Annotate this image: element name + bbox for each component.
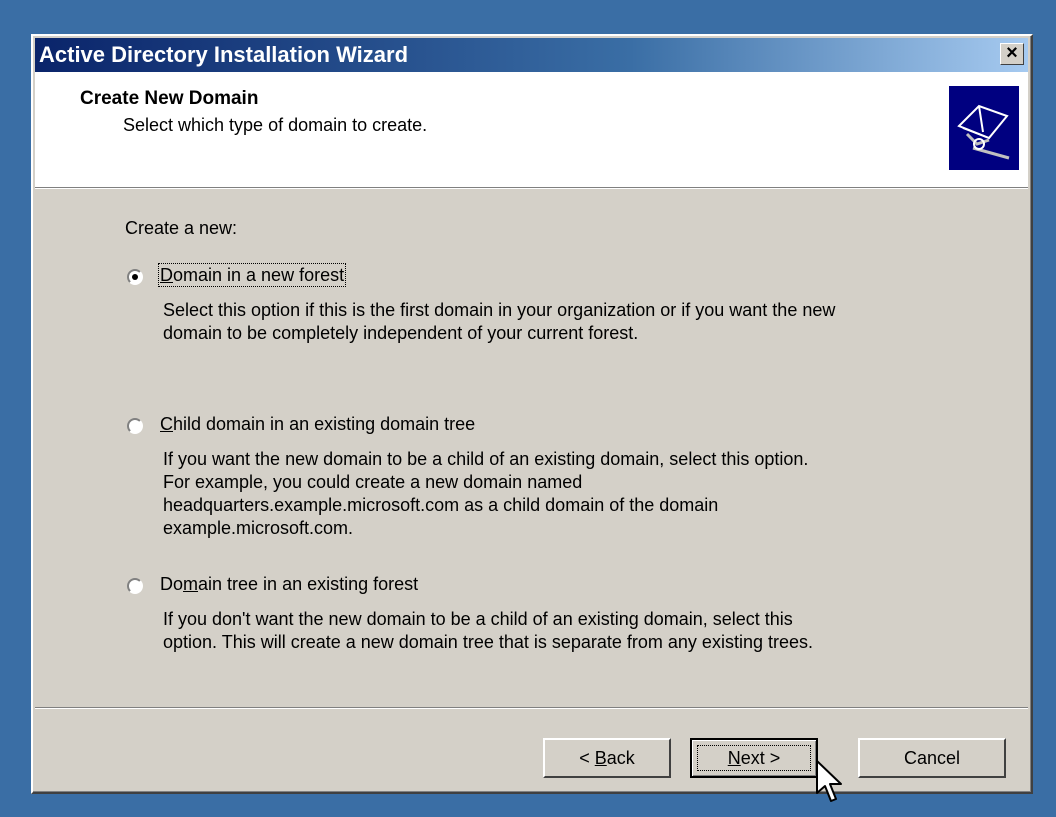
next-focus: Next > [692, 740, 816, 776]
cancel-label: Cancel [903, 748, 961, 768]
description-line: headquarters.example.microsoft.com as a … [163, 495, 719, 515]
radio-child-domain[interactable] [127, 418, 143, 434]
page-subtitle: Select which type of domain to create. [123, 115, 428, 135]
close-button[interactable]: × [1000, 43, 1024, 65]
option-domain-tree-label[interactable]: Domain tree in an existing forest [160, 574, 418, 595]
label-text: hild domain in an existing domain tree [173, 414, 476, 434]
option-domain-new-forest-description: Select this option if this is the first … [163, 299, 963, 345]
next-button[interactable]: Next > [690, 738, 818, 778]
back-button[interactable]: < Back [543, 738, 671, 778]
option-domain-tree-description: If you don't want the new domain to be a… [163, 608, 963, 654]
radio-domain-tree[interactable] [127, 578, 143, 594]
page-title: Create New Domain [80, 88, 259, 109]
close-icon: × [1006, 42, 1018, 64]
description-line: If you don't want the new domain to be a… [163, 609, 793, 629]
create-new-label: Create a new: [125, 218, 238, 238]
radio-selected-dot [132, 274, 138, 280]
cancel-button[interactable]: Cancel [858, 738, 1006, 778]
access-key: m [183, 574, 199, 594]
option-child-domain-description: If you want the new domain to be a child… [163, 448, 963, 540]
description-line: domain to be completely independent of y… [163, 323, 639, 343]
option-child-domain-label[interactable]: Child domain in an existing domain tree [160, 414, 475, 435]
description-line: example.microsoft.com. [163, 518, 354, 538]
description-line: Select this option if this is the first … [163, 300, 836, 320]
mouse-cursor-icon [816, 760, 842, 802]
label-text: omain in a new forest [173, 265, 345, 285]
label-text: Do [160, 574, 184, 594]
access-key: N [727, 748, 741, 768]
window-title: Active Directory Installation Wizard [39, 42, 409, 67]
radio-domain-new-forest[interactable] [127, 269, 143, 285]
wizard-header: Create New Domain Select which type of d… [35, 72, 1028, 188]
label-text: ain tree in an existing forest [198, 574, 419, 594]
description-line: If you want the new domain to be a child… [163, 449, 809, 469]
access-key: D [160, 265, 173, 285]
description-line: option. This will create a new domain tr… [163, 632, 813, 652]
wizard-content: Create a new: Domain in a new forest Sel… [33, 188, 1031, 678]
option-domain-new-forest-label[interactable]: Domain in a new forest [157, 263, 347, 287]
access-key: C [160, 414, 173, 434]
title-bar[interactable]: Active Directory Installation Wizard × [35, 38, 1028, 72]
focus-rect: Domain in a new forest [157, 263, 347, 287]
back-arrow: < [579, 748, 595, 768]
access-key: B [594, 748, 607, 768]
back-label: ack [606, 748, 635, 768]
book-icon [949, 86, 1019, 170]
description-line: For example, you could create a new doma… [163, 472, 583, 492]
next-label: ext > [740, 748, 781, 768]
button-separator [35, 707, 1028, 709]
wizard-dialog: Active Directory Installation Wizard × C… [31, 34, 1033, 794]
